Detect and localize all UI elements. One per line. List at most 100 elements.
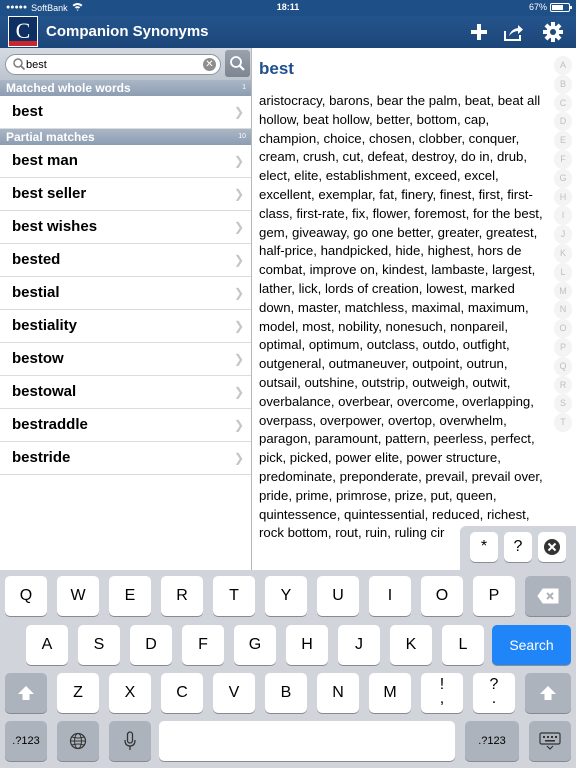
microphone-icon [124, 731, 136, 750]
key-exclaim-comma[interactable]: ! , [421, 673, 463, 713]
key-n[interactable]: N [317, 673, 359, 713]
list-item[interactable]: best wishes ❯ [0, 211, 251, 244]
list-item[interactable]: bestowal ❯ [0, 376, 251, 409]
list-item[interactable]: bestraddle ❯ [0, 409, 251, 442]
app-title: Companion Synonyms [46, 23, 209, 40]
key-r[interactable]: R [161, 576, 203, 616]
nav-bar: C Companion Synonyms [0, 16, 576, 48]
shift-left-key[interactable] [5, 673, 47, 713]
list-item[interactable]: best ❯ [0, 96, 251, 129]
key-b[interactable]: B [265, 673, 307, 713]
index-letter[interactable]: D [554, 112, 572, 132]
add-button[interactable] [468, 21, 490, 43]
index-letter[interactable]: K [554, 243, 572, 263]
index-letter[interactable]: R [554, 375, 572, 395]
key-k[interactable]: K [390, 625, 432, 665]
list-item[interactable]: bestow ❯ [0, 343, 251, 376]
list-item[interactable]: bested ❯ [0, 244, 251, 277]
chevron-right-icon: ❯ [233, 352, 244, 366]
key-i[interactable]: I [369, 576, 411, 616]
asterisk-key[interactable]: * [470, 532, 498, 562]
key-x[interactable]: X [109, 673, 151, 713]
list-item-label: best [12, 103, 43, 120]
list-item-label: bested [12, 251, 61, 268]
battery-icon [550, 2, 572, 12]
delete-word-key[interactable] [538, 532, 566, 562]
list-item-label: bestride [12, 449, 71, 466]
backspace-key[interactable] [525, 576, 571, 616]
list-item[interactable]: bestiality ❯ [0, 310, 251, 343]
keyboard-dismiss-icon [539, 732, 561, 750]
clear-circle-icon [544, 539, 560, 555]
index-letter[interactable]: A [554, 56, 572, 75]
key-e[interactable]: E [109, 576, 151, 616]
numbers-key-right[interactable]: .?123 [465, 721, 519, 761]
key-y[interactable]: Y [265, 576, 307, 616]
index-letter[interactable]: Q [554, 356, 572, 376]
index-letter[interactable]: O [554, 319, 572, 338]
index-letter[interactable]: H [554, 187, 572, 207]
key-s[interactable]: S [78, 625, 120, 665]
index-letter[interactable]: J [554, 225, 572, 244]
shift-icon [540, 686, 556, 700]
space-key[interactable] [159, 721, 455, 761]
globe-key[interactable] [57, 721, 99, 761]
index-letter[interactable]: I [554, 206, 572, 226]
index-letter[interactable]: G [554, 168, 572, 188]
index-letter[interactable]: F [554, 149, 572, 169]
list-item-label: bestial [12, 284, 60, 301]
key-q[interactable]: Q [5, 576, 47, 616]
list-item-label: bestiality [12, 317, 78, 334]
section-header-partial: Partial matches 10 [0, 129, 251, 145]
key-z[interactable]: Z [57, 673, 99, 713]
index-letter[interactable]: M [554, 281, 572, 301]
alphabet-index[interactable]: A B C D E F G H I J K L M N O P Q R S T [554, 56, 572, 432]
gear-icon [543, 22, 563, 42]
index-letter[interactable]: T [554, 413, 572, 432]
keyboard: Q W E R T Y U I O P A S D F G H J K L Se… [0, 570, 576, 768]
clear-icon[interactable]: ✕ [203, 58, 216, 71]
battery-fill [552, 4, 563, 10]
key-g[interactable]: G [234, 625, 276, 665]
key-j[interactable]: J [338, 625, 380, 665]
index-letter[interactable]: C [554, 93, 572, 113]
key-h[interactable]: H [286, 625, 328, 665]
key-t[interactable]: T [213, 576, 255, 616]
dismiss-keyboard-key[interactable] [529, 721, 571, 761]
question-key[interactable]: ? [504, 532, 532, 562]
chevron-right-icon: ❯ [233, 418, 244, 432]
key-w[interactable]: W [57, 576, 99, 616]
list-item[interactable]: bestride ❯ [0, 442, 251, 475]
symbol-bar: * ? [460, 526, 576, 570]
key-d[interactable]: D [130, 625, 172, 665]
list-item[interactable]: best seller ❯ [0, 178, 251, 211]
index-letter[interactable]: B [554, 74, 572, 94]
key-u[interactable]: U [317, 576, 359, 616]
shift-right-key[interactable] [525, 673, 571, 713]
list-item[interactable]: bestial ❯ [0, 277, 251, 310]
search-input[interactable] [26, 56, 196, 73]
share-button[interactable] [502, 21, 524, 43]
list-item[interactable]: best man ❯ [0, 145, 251, 178]
search-button[interactable] [225, 50, 250, 77]
key-o[interactable]: O [421, 576, 463, 616]
key-question-period[interactable]: ? . [473, 673, 515, 713]
magnifier-icon [230, 56, 245, 71]
index-letter[interactable]: P [554, 337, 572, 357]
search-key[interactable]: Search [492, 625, 571, 665]
index-letter[interactable]: L [554, 262, 572, 282]
key-m[interactable]: M [369, 673, 411, 713]
key-l[interactable]: L [442, 625, 484, 665]
key-p[interactable]: P [473, 576, 515, 616]
numbers-key-left[interactable]: .?123 [5, 721, 47, 761]
key-c[interactable]: C [161, 673, 203, 713]
index-letter[interactable]: S [554, 394, 572, 414]
key-a[interactable]: A [26, 625, 68, 665]
settings-button[interactable] [542, 21, 564, 43]
index-letter[interactable]: E [554, 131, 572, 150]
key-f[interactable]: F [182, 625, 224, 665]
key-v[interactable]: V [213, 673, 255, 713]
dictation-key[interactable] [109, 721, 151, 761]
list-item-label: bestowal [12, 383, 77, 400]
index-letter[interactable]: N [554, 300, 572, 320]
